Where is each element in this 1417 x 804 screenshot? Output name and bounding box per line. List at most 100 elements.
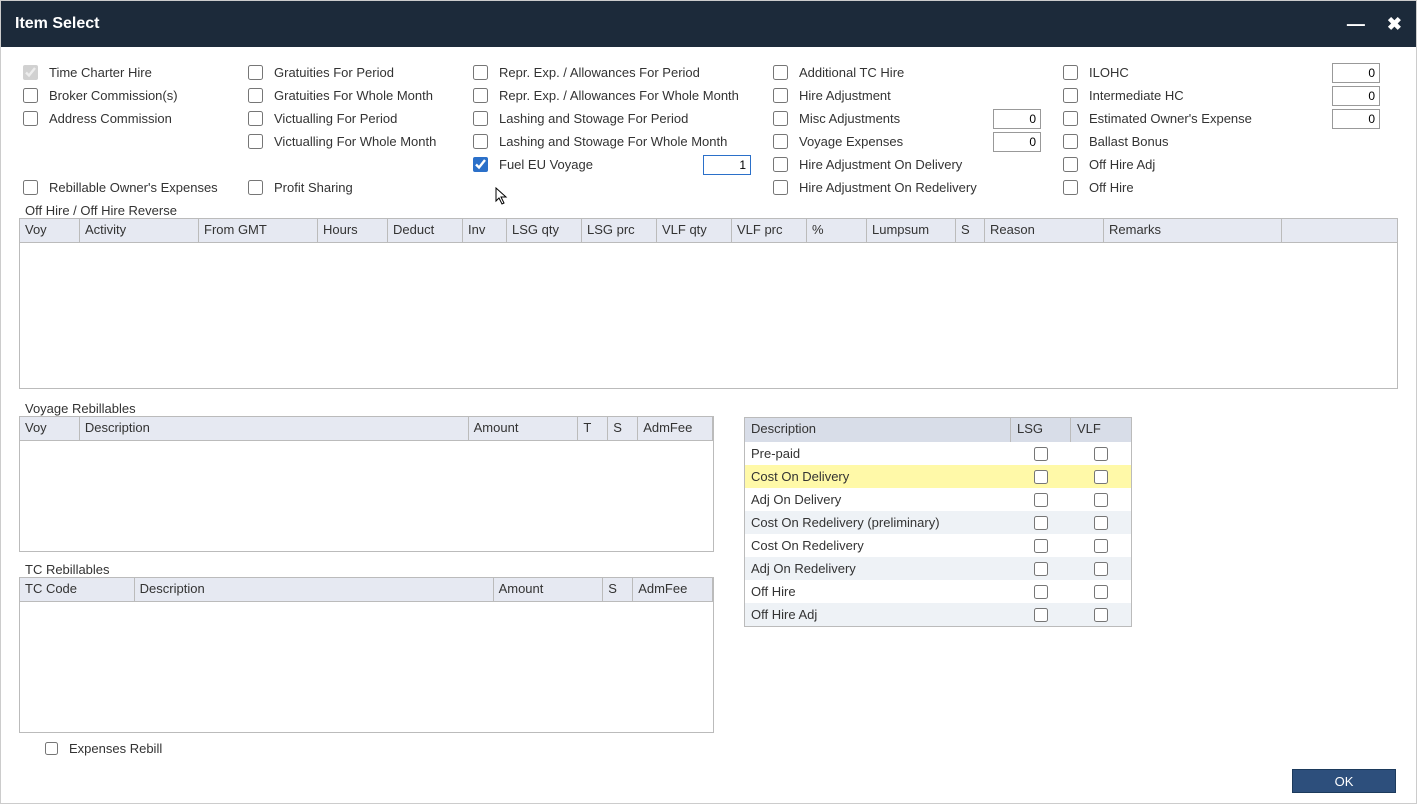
- col-header[interactable]: Description: [135, 578, 494, 601]
- desc-cell: Adj On Delivery: [745, 490, 1011, 509]
- col-header[interactable]: LSG qty: [507, 219, 582, 242]
- col-header[interactable]: S: [603, 578, 633, 601]
- col-header[interactable]: AdmFee: [633, 578, 713, 601]
- lsg-checkbox[interactable]: [1034, 539, 1048, 553]
- checkbox-voyage_exp[interactable]: [773, 134, 788, 149]
- checkbox-lashing_period[interactable]: [473, 111, 488, 126]
- desc-row[interactable]: Off Hire Adj: [745, 603, 1131, 626]
- checkbox-misc_adj[interactable]: [773, 111, 788, 126]
- option-broker_commissions: Broker Commission(s): [19, 84, 244, 107]
- col-header[interactable]: Deduct: [388, 219, 463, 242]
- col-header[interactable]: S: [956, 219, 985, 242]
- option-off_hire_adj: Off Hire Adj: [1059, 153, 1398, 176]
- lsg-checkbox[interactable]: [1034, 608, 1048, 622]
- lsg-checkbox[interactable]: [1034, 470, 1048, 484]
- input-intermediate_hc[interactable]: [1332, 86, 1380, 106]
- desc-row[interactable]: Cost On Redelivery: [745, 534, 1131, 557]
- input-misc_adj[interactable]: [993, 109, 1041, 129]
- col-header[interactable]: Hours: [318, 219, 388, 242]
- input-est_owner_exp[interactable]: [1332, 109, 1380, 129]
- checkbox-victualling_period[interactable]: [248, 111, 263, 126]
- titlebar: Item Select — ✖: [1, 1, 1416, 47]
- col-header[interactable]: T: [578, 417, 608, 440]
- desc-cell: Cost On Delivery: [745, 467, 1011, 486]
- vlf-checkbox[interactable]: [1094, 493, 1108, 507]
- vlf-checkbox[interactable]: [1094, 562, 1108, 576]
- desc-row[interactable]: Pre-paid: [745, 442, 1131, 465]
- desc-row[interactable]: Cost On Redelivery (preliminary): [745, 511, 1131, 534]
- checkbox-gratuities_month[interactable]: [248, 88, 263, 103]
- checkbox-ilohc[interactable]: [1063, 65, 1078, 80]
- col-header[interactable]: From GMT: [199, 219, 318, 242]
- input-ilohc[interactable]: [1332, 63, 1380, 83]
- checkbox-fuel_eu[interactable]: [473, 157, 488, 172]
- label-hire_adj: Hire Adjustment: [799, 88, 891, 103]
- col-header[interactable]: Amount: [494, 578, 604, 601]
- checkbox-rebillable_owners_expenses[interactable]: [23, 180, 38, 195]
- checkbox-profit_sharing[interactable]: [248, 180, 263, 195]
- col-header[interactable]: Activity: [80, 219, 199, 242]
- desc-col-header[interactable]: LSG: [1011, 418, 1071, 442]
- checkbox-broker_commissions[interactable]: [23, 88, 38, 103]
- minimize-icon[interactable]: —: [1347, 14, 1365, 35]
- checkbox-additional_tc[interactable]: [773, 65, 788, 80]
- checkbox-hire_adj_del[interactable]: [773, 157, 788, 172]
- col-header[interactable]: Remarks: [1104, 219, 1282, 242]
- tc-rebill-grid[interactable]: TC CodeDescriptionAmountSAdmFee: [19, 577, 714, 733]
- col-header[interactable]: Amount: [469, 417, 579, 440]
- desc-row[interactable]: Adj On Delivery: [745, 488, 1131, 511]
- col-header[interactable]: S: [608, 417, 638, 440]
- desc-table[interactable]: DescriptionLSGVLF Pre-paid Cost On Delive…: [744, 417, 1132, 627]
- desc-col-header[interactable]: VLF: [1071, 418, 1131, 442]
- lsg-checkbox[interactable]: [1034, 562, 1048, 576]
- input-fuel_eu[interactable]: [703, 155, 751, 175]
- vlf-checkbox[interactable]: [1094, 516, 1108, 530]
- checkbox-hire_adj_redel[interactable]: [773, 180, 788, 195]
- checkbox-address_commission[interactable]: [23, 111, 38, 126]
- expenses-rebill-checkbox[interactable]: [45, 742, 58, 755]
- close-icon[interactable]: ✖: [1387, 14, 1402, 35]
- desc-row[interactable]: Off Hire: [745, 580, 1131, 603]
- col-header[interactable]: Reason: [985, 219, 1104, 242]
- col-header[interactable]: VLF prc: [732, 219, 807, 242]
- checkbox-hire_adj[interactable]: [773, 88, 788, 103]
- checkbox-gratuities_period[interactable]: [248, 65, 263, 80]
- checkbox-lashing_month[interactable]: [473, 134, 488, 149]
- col-header[interactable]: TC Code: [20, 578, 135, 601]
- col-header[interactable]: %: [807, 219, 867, 242]
- desc-row[interactable]: Adj On Redelivery: [745, 557, 1131, 580]
- col-header[interactable]: AdmFee: [638, 417, 713, 440]
- checkbox-off_hire[interactable]: [1063, 180, 1078, 195]
- desc-col-header[interactable]: Description: [745, 418, 1011, 442]
- checkbox-off_hire_adj[interactable]: [1063, 157, 1078, 172]
- option-victualling_period: Victualling For Period: [244, 107, 469, 130]
- vlf-checkbox[interactable]: [1094, 470, 1108, 484]
- checkbox-victualling_month[interactable]: [248, 134, 263, 149]
- vlf-checkbox[interactable]: [1094, 585, 1108, 599]
- checkbox-time_charter_hire[interactable]: [23, 65, 38, 80]
- col-header[interactable]: Lumpsum: [867, 219, 956, 242]
- col-header[interactable]: VLF qty: [657, 219, 732, 242]
- vlf-checkbox[interactable]: [1094, 539, 1108, 553]
- lsg-checkbox[interactable]: [1034, 585, 1048, 599]
- col-header[interactable]: Voy: [20, 219, 80, 242]
- input-voyage_exp[interactable]: [993, 132, 1041, 152]
- lsg-checkbox[interactable]: [1034, 447, 1048, 461]
- vlf-checkbox[interactable]: [1094, 447, 1108, 461]
- lsg-checkbox[interactable]: [1034, 516, 1048, 530]
- ok-button[interactable]: OK: [1292, 769, 1396, 793]
- col-header[interactable]: Description: [80, 417, 469, 440]
- vlf-checkbox[interactable]: [1094, 608, 1108, 622]
- checkbox-ballast_bonus[interactable]: [1063, 134, 1078, 149]
- checkbox-repr_month[interactable]: [473, 88, 488, 103]
- col-header[interactable]: Inv: [463, 219, 507, 242]
- voyage-rebill-grid[interactable]: VoyDescriptionAmountTSAdmFee: [19, 416, 714, 552]
- checkbox-repr_period[interactable]: [473, 65, 488, 80]
- desc-row[interactable]: Cost On Delivery: [745, 465, 1131, 488]
- checkbox-intermediate_hc[interactable]: [1063, 88, 1078, 103]
- col-header[interactable]: Voy: [20, 417, 80, 440]
- col-header[interactable]: LSG prc: [582, 219, 657, 242]
- offhire-grid[interactable]: VoyActivityFrom GMTHoursDeductInvLSG qty…: [19, 218, 1398, 389]
- lsg-checkbox[interactable]: [1034, 493, 1048, 507]
- checkbox-est_owner_exp[interactable]: [1063, 111, 1078, 126]
